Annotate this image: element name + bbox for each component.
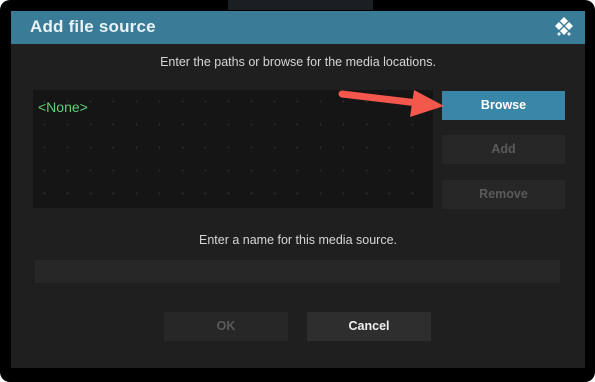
kodi-logo-icon xyxy=(555,17,573,36)
ok-button[interactable]: OK xyxy=(164,312,288,341)
dialog-titlebar: Add file source xyxy=(11,11,585,44)
add-button[interactable]: Add xyxy=(442,135,565,164)
add-file-source-dialog: Add file source Enter the paths or brows… xyxy=(11,11,585,368)
dialog-title: Add file source xyxy=(30,17,156,36)
media-source-name-input[interactable] xyxy=(35,260,560,283)
media-paths-list[interactable]: <None> xyxy=(33,90,433,208)
remove-button[interactable]: Remove xyxy=(442,180,565,209)
cancel-button[interactable]: Cancel xyxy=(307,312,431,341)
name-instruction: Enter a name for this media source. xyxy=(198,233,397,247)
path-list-item[interactable]: <None> xyxy=(38,99,88,115)
background-strip xyxy=(228,0,373,10)
screenshot-frame: Add file source Enter the paths or brows… xyxy=(0,0,595,382)
browse-button[interactable]: Browse xyxy=(442,91,565,120)
paths-instruction: Enter the paths or browse for the media … xyxy=(160,55,436,69)
